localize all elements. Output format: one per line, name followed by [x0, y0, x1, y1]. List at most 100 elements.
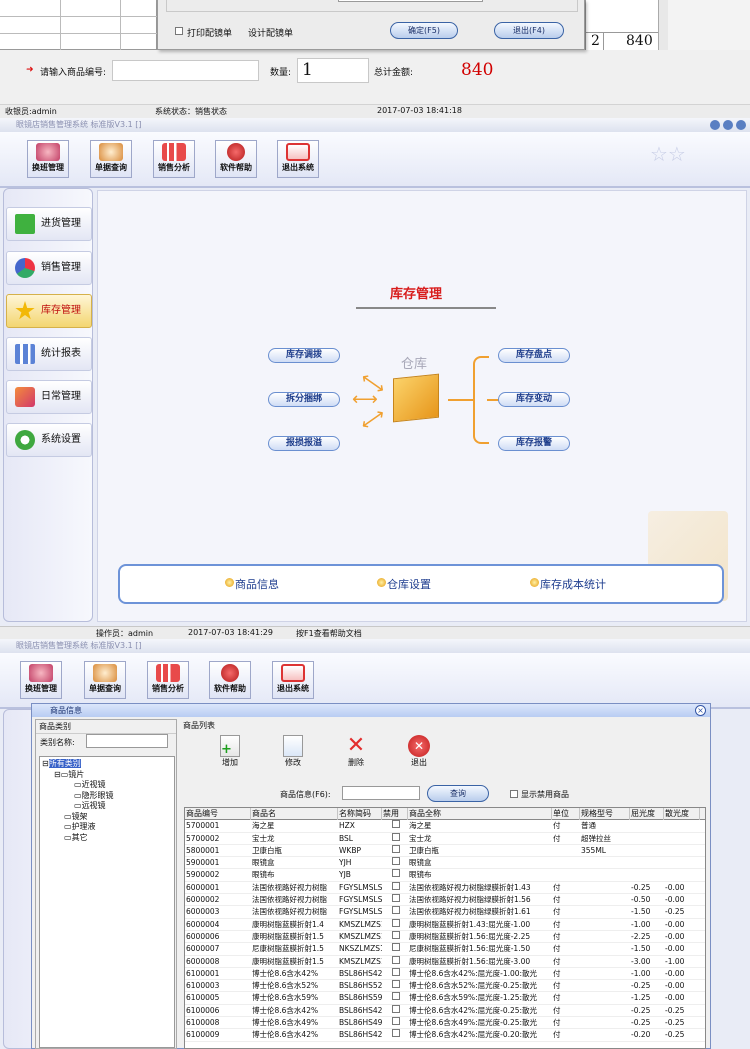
- column-header[interactable]: 屈光度: [630, 808, 664, 821]
- table-row[interactable]: 5700002 宝士龙 BSL 宝士龙 付 超弹拉丝: [185, 832, 705, 845]
- sidebar-item-daily[interactable]: 日常管理: [6, 380, 92, 414]
- exit-action[interactable]: ✕ 退出: [403, 735, 435, 768]
- checkbox-icon[interactable]: [391, 832, 400, 841]
- cost-stat-link[interactable]: 库存成本统计: [540, 576, 606, 592]
- table-row[interactable]: 6000001 法国依视路好视力树脂 FGYSLMSLSZ 法国依视路好视力树脂绿膜折…: [185, 881, 705, 895]
- exit-button[interactable]: 退出(F4): [494, 22, 564, 39]
- table-row[interactable]: 6100003 博士伦8.6含水52% BSL86HS52 博士伦8.6含水52%:屈…: [185, 980, 705, 993]
- table-row[interactable]: 6100008 博士伦8.6含水49% BSL86HS49 博士伦8.6含水49%:屈…: [185, 1017, 705, 1030]
- delete-action[interactable]: ✕ 删除: [340, 735, 372, 768]
- edit-action[interactable]: 修改: [277, 735, 309, 768]
- split-bundle-button[interactable]: 拆分捆绑: [268, 392, 340, 407]
- checkbox-icon[interactable]: [391, 869, 400, 878]
- toolbar-help-button[interactable]: 软件帮助: [209, 661, 251, 699]
- checkbox-icon[interactable]: [391, 1004, 400, 1013]
- table-row[interactable]: 6000007 尼康树脂蓝膜折射1.5 NKSZLMZS15 尼康树脂蓝膜折射1.56…: [185, 943, 705, 956]
- table-row[interactable]: 6100006 博士伦8.6含水42% BSL86HS42 博士伦8.6含水42%:屈…: [185, 1004, 705, 1018]
- table-row[interactable]: 6100009 博士伦8.6含水42% BSL86HS42 博士伦8.6含水42%:屈…: [185, 1029, 705, 1042]
- checkbox-icon[interactable]: [391, 844, 400, 853]
- toolbar-shift-button[interactable]: 换班管理: [20, 661, 62, 699]
- print-checkbox[interactable]: [175, 27, 183, 35]
- product-input[interactable]: [112, 60, 259, 81]
- table-row[interactable]: 6100005 博士伦8.6含水59% BSL86HS59 博士伦8.6含水59%:屈…: [185, 992, 705, 1005]
- disabled-checkbox[interactable]: [382, 832, 408, 845]
- checkbox-icon[interactable]: [391, 894, 400, 903]
- search-input[interactable]: [342, 786, 420, 800]
- category-name-input[interactable]: [86, 734, 168, 748]
- tree-item-care[interactable]: ▭护理液: [42, 822, 174, 833]
- table-row[interactable]: 6100001 博士伦8.6含水42% BSL86HS42 博士伦8.6含水42%:屈…: [185, 967, 705, 981]
- confirm-button[interactable]: 确定(F5): [390, 22, 458, 39]
- checkbox-icon[interactable]: [391, 992, 400, 1001]
- minimize-icon[interactable]: [710, 120, 720, 130]
- checkbox-icon[interactable]: [391, 955, 400, 964]
- table-row[interactable]: 6000003 法国依视路好视力树脂 FGYSLMSLSZ 法国依视路好视力树脂绿膜折…: [185, 906, 705, 919]
- sidebar-item-settings[interactable]: 系统设置: [6, 423, 92, 457]
- disabled-checkbox[interactable]: [382, 1029, 408, 1041]
- toolbar-help-button[interactable]: 软件帮助: [215, 140, 257, 178]
- column-header[interactable]: 单位: [552, 808, 580, 821]
- disabled-checkbox[interactable]: [382, 992, 408, 1004]
- table-row[interactable]: 5900001 眼镜盒 YJH 眼镜盒: [185, 857, 705, 870]
- tree-item-hyperopia[interactable]: ▭远视镜: [42, 801, 174, 812]
- table-row[interactable]: 6000006 康明树脂蓝膜折射1.5 KMSZLMZS15 康明树脂蓝膜折射1.56…: [185, 930, 705, 944]
- sidebar-item-reports[interactable]: 统计报表: [6, 337, 92, 371]
- toolbar-query-button[interactable]: 单据查询: [90, 140, 132, 178]
- design-link[interactable]: 设计配镜单: [248, 26, 293, 39]
- tree-item-lens[interactable]: ⊟▭镜片: [42, 770, 174, 781]
- checkbox-icon[interactable]: [391, 1029, 400, 1038]
- column-header[interactable]: 商品名: [251, 808, 338, 821]
- column-header[interactable]: 商品编号: [185, 808, 251, 821]
- checkbox-icon[interactable]: [391, 918, 400, 927]
- stock-change-button[interactable]: 库存变动: [498, 392, 570, 407]
- column-header[interactable]: 规格型号: [580, 808, 630, 821]
- column-header[interactable]: 名称简码: [338, 808, 382, 821]
- disabled-checkbox[interactable]: [382, 1004, 408, 1017]
- query-button[interactable]: 查询: [427, 785, 489, 802]
- transfer-button[interactable]: 库存调拨: [268, 348, 340, 363]
- column-header[interactable]: 散光度: [664, 808, 700, 821]
- tree-item-frame[interactable]: ▭镜架: [42, 812, 174, 823]
- warehouse-setting-link[interactable]: 仓库设置: [387, 576, 431, 592]
- toolbar-shift-button[interactable]: 换班管理: [27, 140, 69, 178]
- disabled-checkbox[interactable]: [382, 857, 408, 869]
- toolbar-analysis-button[interactable]: 销售分析: [153, 140, 195, 178]
- disabled-checkbox[interactable]: [382, 881, 408, 894]
- disabled-checkbox[interactable]: [382, 955, 408, 968]
- close-icon[interactable]: ×: [695, 705, 706, 716]
- tree-item-contact[interactable]: ▭隐形眼镜: [42, 791, 174, 802]
- disabled-checkbox[interactable]: [382, 906, 408, 918]
- checkbox-icon[interactable]: [391, 881, 400, 890]
- disabled-checkbox[interactable]: [382, 980, 408, 992]
- checkbox-icon[interactable]: [391, 930, 400, 939]
- table-row[interactable]: 5900002 眼镜布 YJB 眼镜布: [185, 869, 705, 882]
- column-header[interactable]: 禁用: [382, 808, 408, 821]
- disabled-checkbox[interactable]: [382, 844, 408, 857]
- tree-root[interactable]: ⊟所有类别: [42, 759, 174, 770]
- toolbar-analysis-button[interactable]: 销售分析: [147, 661, 189, 699]
- checkbox-icon[interactable]: [391, 943, 400, 952]
- table-row[interactable]: 6000002 法国依视路好视力树脂 FGYSLMSLSZ 法国依视路好视力树脂绿膜折…: [185, 894, 705, 907]
- disabled-checkbox[interactable]: [382, 869, 408, 881]
- toolbar-exit-button[interactable]: 退出系统: [277, 140, 319, 178]
- disabled-checkbox[interactable]: [382, 930, 408, 943]
- disabled-checkbox[interactable]: [382, 894, 408, 906]
- toolbar-query-button[interactable]: 单据查询: [84, 661, 126, 699]
- goods-info-link[interactable]: 商品信息: [235, 576, 279, 592]
- stock-alert-button[interactable]: 库存报警: [498, 436, 570, 451]
- checkbox-icon[interactable]: [391, 980, 400, 989]
- toolbar-exit-button[interactable]: 退出系统: [272, 661, 314, 699]
- tree-item-other[interactable]: ▭其它: [42, 833, 174, 844]
- sidebar-item-purchase[interactable]: 进货管理: [6, 207, 92, 241]
- checkbox-icon[interactable]: [391, 906, 400, 915]
- table-row[interactable]: 5800001 卫康白瓶 WKBP 卫康白瓶 355ML: [185, 844, 705, 858]
- tree-item-myopia[interactable]: ▭近视镜: [42, 780, 174, 791]
- checkbox-icon[interactable]: [391, 1017, 400, 1026]
- disabled-checkbox[interactable]: [382, 1017, 408, 1029]
- checkbox-icon[interactable]: [391, 967, 400, 976]
- qty-input[interactable]: 1: [297, 58, 369, 83]
- column-header[interactable]: 商品全称: [408, 808, 552, 821]
- sidebar-item-sales[interactable]: 销售管理: [6, 251, 92, 285]
- table-row[interactable]: 6000008 康明树脂蓝膜折射1.5 KMSZLMZS15 康明树脂蓝膜折射1.56…: [185, 955, 705, 968]
- loss-overflow-button[interactable]: 报损报溢: [268, 436, 340, 451]
